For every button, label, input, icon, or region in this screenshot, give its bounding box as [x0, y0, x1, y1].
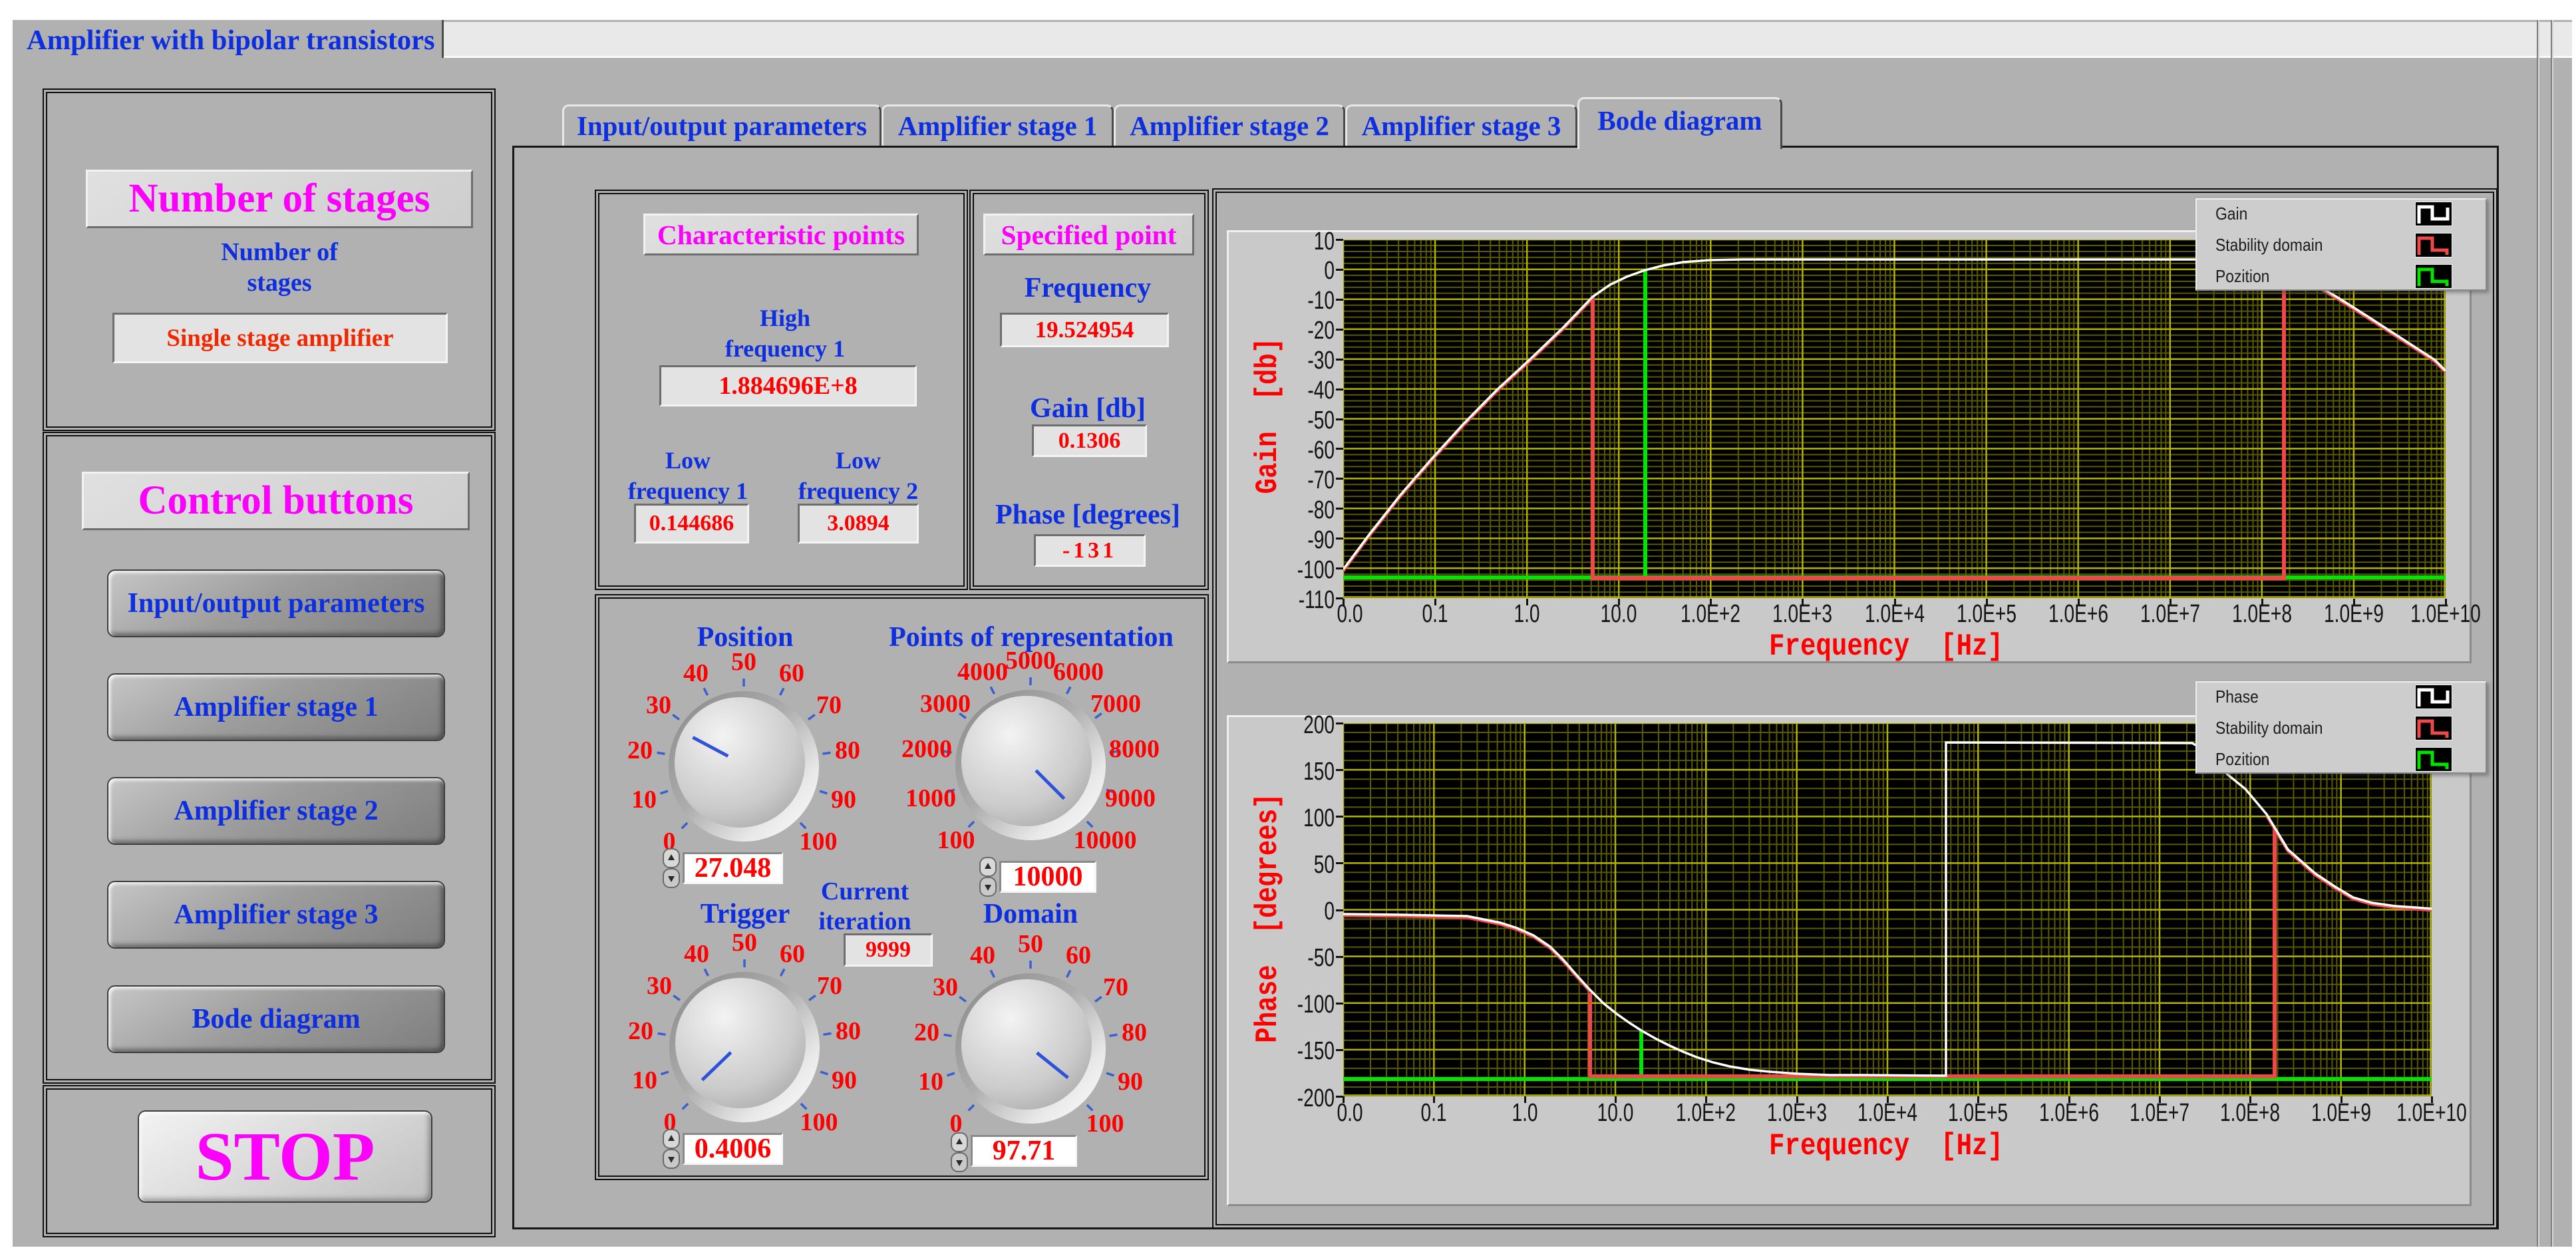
svg-text:50: 50: [731, 648, 756, 676]
svg-text:40: 40: [684, 940, 709, 968]
svg-text:60: 60: [1066, 941, 1091, 969]
svg-text:100: 100: [800, 828, 838, 856]
svg-text:30: 30: [646, 691, 671, 719]
svg-text:80: 80: [835, 736, 860, 764]
svg-text:20: 20: [627, 736, 653, 764]
svg-text:3000: 3000: [920, 690, 971, 718]
svg-text:30: 30: [647, 972, 672, 1000]
svg-text:20: 20: [628, 1017, 653, 1045]
svg-text:7000: 7000: [1090, 690, 1141, 718]
svg-text:100: 100: [937, 826, 975, 854]
svg-text:10: 10: [631, 786, 657, 814]
svg-text:2000: 2000: [901, 735, 952, 763]
svg-text:8000: 8000: [1109, 735, 1160, 763]
svg-text:100: 100: [1086, 1110, 1124, 1138]
svg-text:70: 70: [817, 972, 842, 1000]
svg-text:10: 10: [918, 1068, 943, 1096]
svg-text:70: 70: [816, 691, 842, 719]
svg-text:1000: 1000: [905, 784, 956, 812]
svg-text:30: 30: [933, 973, 958, 1001]
svg-text:6000: 6000: [1053, 658, 1104, 686]
svg-text:80: 80: [836, 1017, 861, 1045]
svg-text:80: 80: [1122, 1019, 1147, 1046]
svg-text:40: 40: [970, 941, 995, 969]
svg-text:9000: 9000: [1105, 784, 1156, 812]
svg-text:70: 70: [1103, 973, 1128, 1001]
svg-text:90: 90: [832, 1066, 857, 1094]
svg-text:60: 60: [779, 659, 804, 687]
svg-text:10: 10: [632, 1066, 657, 1094]
svg-text:50: 50: [1018, 930, 1043, 958]
svg-text:90: 90: [831, 786, 856, 814]
svg-text:60: 60: [780, 940, 805, 968]
svg-text:90: 90: [1118, 1068, 1143, 1096]
svg-text:5000: 5000: [1005, 647, 1056, 675]
svg-text:10000: 10000: [1074, 826, 1137, 854]
svg-text:100: 100: [800, 1108, 838, 1136]
svg-text:20: 20: [914, 1019, 939, 1046]
svg-text:50: 50: [732, 929, 757, 957]
svg-text:40: 40: [683, 659, 709, 687]
svg-text:4000: 4000: [957, 658, 1008, 686]
